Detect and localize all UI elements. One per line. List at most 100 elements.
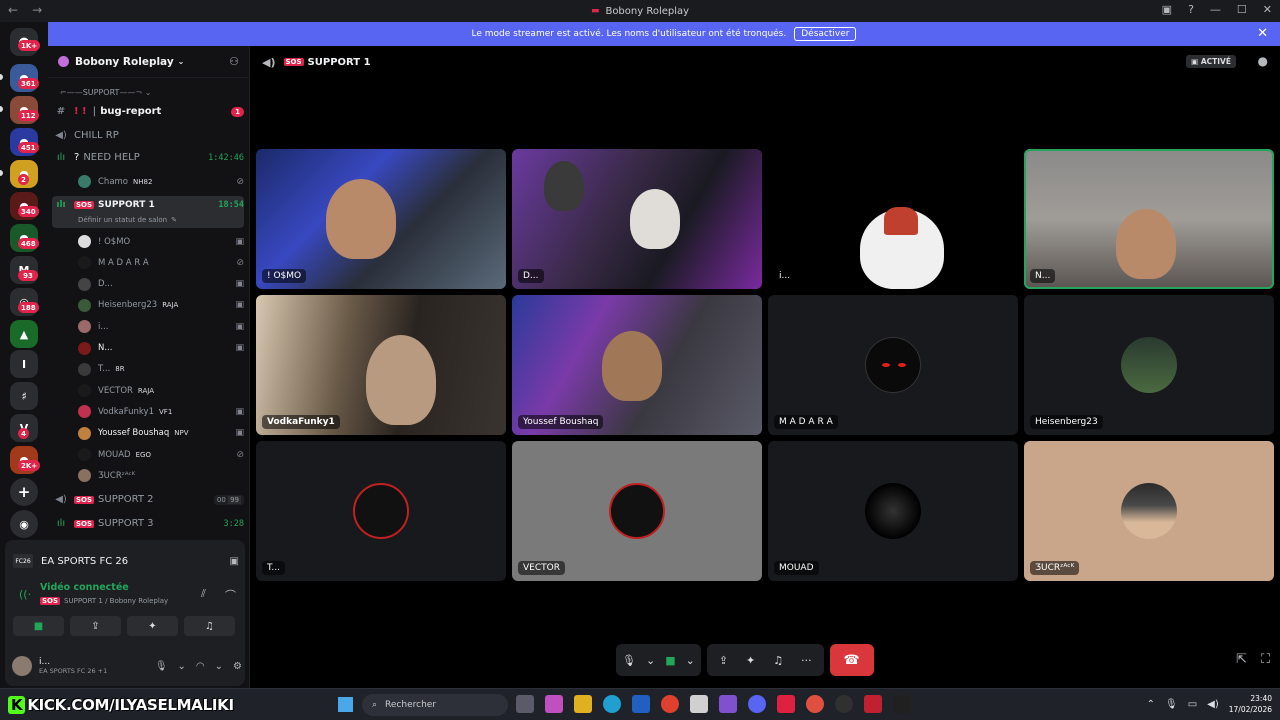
help-icon[interactable]: ? — [1188, 3, 1194, 16]
soundboard-icon[interactable]: ♫ — [773, 654, 783, 667]
activities-button[interactable]: ✦ — [127, 616, 178, 636]
copilot-icon[interactable] — [545, 695, 563, 713]
mic-control[interactable]: 🎙︎ ⌄ ■ ⌄ — [616, 644, 701, 676]
soundboard-button[interactable]: ♫ — [184, 616, 235, 636]
video-tile[interactable]: M A D A R A — [768, 295, 1018, 435]
windows-start-icon[interactable] — [338, 697, 353, 712]
volume-icon[interactable]: ◀) — [1207, 699, 1219, 710]
channel-need-help[interactable]: ılı ? NEED HELP 1:42:46 — [54, 152, 244, 163]
app-icon[interactable] — [690, 695, 708, 713]
voice-status[interactable]: Vidéo connectée — [40, 582, 129, 593]
video-tile[interactable]: MOUAD — [768, 441, 1018, 581]
app-icon[interactable] — [893, 695, 911, 713]
voice-user[interactable]: MOUAD EGO ⊘ — [78, 445, 244, 464]
camera-button[interactable]: ■ — [13, 616, 64, 636]
app-icon[interactable] — [835, 695, 853, 713]
video-tile[interactable]: Heisenberg23 — [1024, 295, 1274, 435]
channel-support-2[interactable]: ◀) SOS SUPPORT 2 00 99 — [54, 494, 244, 505]
network-icon[interactable]: ▭ — [1188, 699, 1197, 710]
avatar[interactable] — [12, 656, 32, 676]
video-tile[interactable]: T... — [256, 441, 506, 581]
task-view-icon[interactable] — [516, 695, 534, 713]
add-server-icon[interactable]: + — [10, 478, 38, 506]
avatar — [78, 235, 91, 248]
voice-user[interactable]: VodkaFunky1 VF1 ▣ — [78, 402, 244, 421]
game-stream-icon[interactable]: ▣ — [230, 556, 239, 567]
forward-icon[interactable]: → — [32, 3, 42, 17]
headphones-icon[interactable]: ◠ — [196, 661, 205, 672]
disconnect-icon[interactable]: ⌒ — [225, 587, 236, 603]
video-tile[interactable]: N... — [1024, 149, 1274, 289]
chevron-up-icon[interactable]: ⌃ — [1147, 699, 1155, 710]
outlook-icon[interactable] — [632, 695, 650, 713]
more-icon[interactable]: ··· — [801, 654, 812, 667]
end-call-button[interactable]: ☎ — [829, 644, 874, 676]
explore-icon[interactable]: ◉ — [10, 510, 38, 538]
channel-support-3[interactable]: ılı SOS SUPPORT 3 3:28 — [54, 518, 244, 529]
voice-user[interactable]: ! O$MO ▣ — [78, 232, 244, 251]
clock[interactable]: 23:40 17/02/2026 — [1229, 693, 1272, 715]
microphone-icon[interactable]: 🎙︎ — [622, 654, 636, 667]
share-screen-icon[interactable]: ⇪ — [719, 654, 728, 667]
back-icon[interactable]: ← — [8, 3, 18, 17]
voice-user[interactable]: N... ▣ — [78, 339, 244, 358]
activities-icon[interactable]: ✦ — [746, 654, 755, 667]
voice-user[interactable]: VECTOR RAJA — [78, 381, 244, 400]
share-screen-button[interactable]: ⇪ — [70, 616, 121, 636]
close-icon[interactable]: ✕ — [1257, 26, 1268, 41]
app-icon[interactable] — [806, 695, 824, 713]
channel-chill-rp[interactable]: ◀) CHILL RP — [54, 130, 244, 141]
popout-icon[interactable]: ⇱ — [1236, 652, 1247, 667]
app-icon[interactable] — [864, 695, 882, 713]
taskbar-search[interactable]: ⌕ Rechercher — [362, 694, 508, 716]
inbox-icon[interactable]: ▣ — [1162, 3, 1172, 16]
maximize-button[interactable]: ☐ — [1237, 3, 1247, 16]
fullscreen-icon[interactable]: ⛶ — [1261, 652, 1270, 667]
voice-user[interactable]: ƷUCRᶻᴬᶜᴷ — [78, 466, 244, 485]
chrome-icon[interactable] — [661, 695, 679, 713]
voice-user[interactable]: Chamo NH82 ⊘ — [78, 172, 244, 191]
video-tile[interactable]: D... — [512, 149, 762, 289]
voice-user[interactable]: i... ▣ — [78, 317, 244, 336]
settings-gear-icon[interactable]: ⚙ — [233, 661, 242, 672]
video-tile[interactable]: i... — [768, 149, 1018, 289]
camera-icon[interactable]: ■ — [665, 654, 675, 667]
voice-user[interactable]: Heisenberg23 RAJA ▣ — [78, 296, 244, 315]
add-member-icon[interactable]: ⚇ — [229, 55, 239, 68]
disable-streamer-button[interactable]: Désactiver — [794, 27, 857, 41]
voice-channel[interactable]: SOS SUPPORT 1 / Bobony Roleplay — [40, 597, 168, 605]
chat-icon[interactable]: ● — [1258, 54, 1268, 68]
chevron-down-icon[interactable]: ⌄ — [178, 661, 186, 672]
voice-user[interactable]: M A D A R A ⊘ — [78, 253, 244, 272]
edge-icon[interactable] — [603, 695, 621, 713]
camera-icon: ▣ — [235, 343, 244, 353]
video-tile[interactable]: ƷUCRᶻᴬᶜᴷ — [1024, 441, 1274, 581]
server-header[interactable]: Bobony Roleplay ⌄ ⚇ — [48, 46, 249, 78]
server-icon[interactable]: ♯ — [10, 382, 38, 410]
voice-user[interactable]: D... ▣ — [78, 275, 244, 294]
chevron-down-icon[interactable]: ⌄ — [215, 661, 223, 672]
video-tile[interactable]: ! O$MO — [256, 149, 506, 289]
server-icon[interactable]: ▲ — [10, 320, 38, 348]
channel-bug-report[interactable]: # ! ! | bug-report 1 — [54, 106, 244, 117]
microphone-icon[interactable]: 🎙︎ — [1165, 699, 1178, 710]
video-tile[interactable]: VodkaFunky1 — [256, 295, 506, 435]
voice-user[interactable]: T... 8R — [78, 360, 244, 379]
channel-support-1[interactable]: ılı SOS SUPPORT 1 18:54 — [54, 200, 244, 210]
discord-icon[interactable] — [748, 695, 766, 713]
close-window-button[interactable]: ✕ — [1263, 3, 1272, 16]
video-tile[interactable]: Youssef Boushaq — [512, 295, 762, 435]
channel-status[interactable]: Définir un statut de salon ✎ — [78, 216, 268, 224]
app-icon[interactable] — [777, 695, 795, 713]
gamepad-icon[interactable] — [719, 695, 737, 713]
microphone-icon[interactable]: 🎙︎ — [155, 661, 168, 672]
category-support[interactable]: ⌐—— SUPPORT ——¬ ⌄ — [54, 88, 244, 97]
file-explorer-icon[interactable] — [574, 695, 592, 713]
voice-user[interactable]: Youssef Boushaq NPV ▣ — [78, 424, 244, 443]
video-tile[interactable]: VECTOR — [512, 441, 762, 581]
minimize-button[interactable]: — — [1210, 3, 1221, 16]
server-icon[interactable]: I — [10, 350, 38, 378]
noise-suppression-icon[interactable]: ⫽ — [201, 587, 206, 601]
chevron-down-icon[interactable]: ⌄ — [646, 654, 655, 667]
chevron-down-icon[interactable]: ⌄ — [686, 654, 695, 667]
